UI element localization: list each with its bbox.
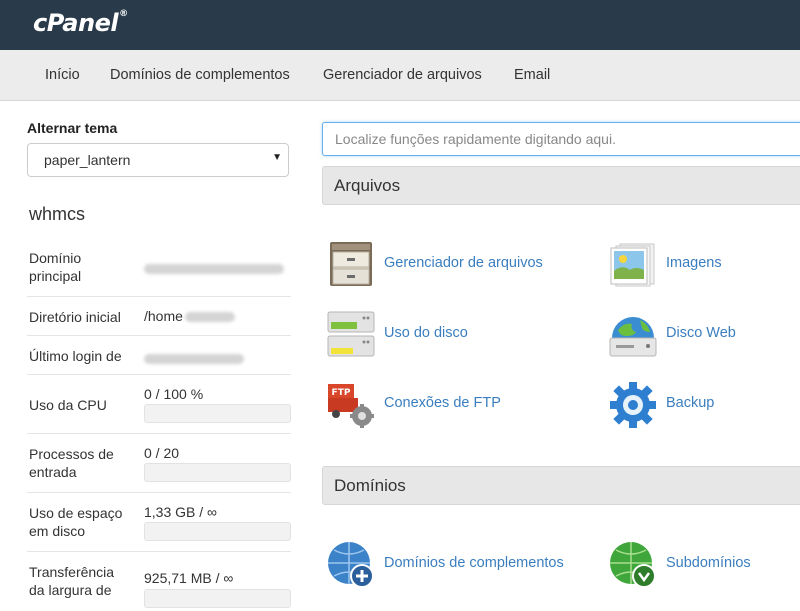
entry-processes-bar [144, 463, 291, 482]
tool-label: Backup [666, 395, 715, 411]
nav-item-file-manager[interactable]: Gerenciador de arquivos [323, 67, 482, 83]
stat-value: 1,33 GB / ∞ [144, 504, 218, 520]
section-title: Domínios [334, 476, 406, 495]
tool-label: Conexões de FTP [384, 395, 501, 411]
tool-addon-domains[interactable]: Domínios de complementos [326, 540, 586, 590]
stat-row-bandwidth: Transferência da largura de 925,71 MB / … [27, 552, 291, 611]
stat-label: Transferência da largura de [29, 564, 115, 598]
cpanel-logo[interactable]: cPanel® [33, 9, 128, 37]
ftp-connections-icon: FTP [326, 380, 376, 430]
stat-label: Uso da CPU [29, 397, 107, 413]
nav-item-home[interactable]: Início [45, 67, 80, 83]
theme-select-value: paper_lantern [44, 152, 131, 168]
backup-icon [608, 380, 658, 430]
stat-label: Diretório inicial [29, 309, 121, 325]
tool-images[interactable]: Imagens [608, 240, 798, 290]
tool-label: Uso do disco [384, 325, 468, 341]
file-cabinet-icon [326, 240, 376, 290]
stat-row-primary-domain: Domínio principal [27, 239, 291, 297]
nav-item-email[interactable]: Email [514, 67, 550, 83]
tool-subdomains[interactable]: Subdomínios [608, 540, 798, 590]
stat-label: Uso de espaço em disco [29, 505, 123, 539]
search-input[interactable] [323, 123, 800, 155]
tool-web-disk[interactable]: Disco Web [608, 310, 798, 360]
stat-label: Último login de [29, 348, 122, 364]
stat-label: Processos de entrada [29, 446, 114, 480]
disk-usage-icon [326, 310, 376, 360]
tool-label: Disco Web [666, 325, 736, 341]
disk-usage-bar [144, 522, 291, 541]
stat-value: 925,71 MB / ∞ [144, 570, 234, 586]
main-nav: Início Domínios de complementos Gerencia… [0, 50, 800, 101]
stat-row-entry-processes: Processos de entrada 0 / 20 [27, 434, 291, 493]
top-bar: cPanel® [0, 0, 800, 50]
stat-row-disk-usage: Uso de espaço em disco 1,33 GB / ∞ [27, 493, 291, 552]
web-disk-icon [608, 310, 658, 360]
theme-select[interactable]: paper_lantern ▼ [27, 143, 289, 177]
stat-value-redacted [144, 260, 284, 276]
tool-label: Gerenciador de arquivos [384, 255, 543, 271]
stat-row-last-login: Último login de [27, 336, 291, 375]
bandwidth-bar [144, 589, 291, 608]
stat-value: 0 / 20 [144, 445, 180, 461]
svg-text:FTP: FTP [332, 388, 351, 398]
stat-value: /home [144, 308, 235, 324]
account-username: whmcs [29, 204, 86, 224]
subdomains-icon [608, 540, 658, 590]
section-header-files[interactable]: Arquivos [322, 166, 800, 205]
tool-backup[interactable]: Backup [608, 380, 798, 430]
stat-row-cpu-usage: Uso da CPU 0 / 100 % [27, 375, 291, 434]
caret-down-icon: ▼ [272, 152, 282, 163]
theme-label: Alternar tema [27, 120, 118, 136]
tool-label: Subdomínios [666, 555, 751, 571]
stat-value-redacted [144, 350, 244, 366]
stat-label: Domínio principal [29, 250, 82, 284]
tool-label: Imagens [666, 255, 722, 271]
addon-domains-icon [326, 540, 376, 590]
tool-file-manager[interactable]: Gerenciador de arquivos [326, 240, 586, 290]
stat-value: 0 / 100 % [144, 386, 204, 402]
cpu-usage-bar [144, 404, 291, 423]
stat-row-home-directory: Diretório inicial /home [27, 297, 291, 336]
search-box[interactable] [322, 122, 800, 156]
tool-disk-usage[interactable]: Uso do disco [326, 310, 586, 360]
tool-ftp-connections[interactable]: FTP Conexões de FTP [326, 380, 586, 430]
nav-item-addon-domains[interactable]: Domínios de complementos [110, 67, 290, 83]
images-icon [608, 240, 658, 290]
tool-label: Domínios de complementos [384, 555, 564, 571]
section-title: Arquivos [334, 176, 401, 195]
section-header-domains[interactable]: Domínios [322, 466, 800, 505]
